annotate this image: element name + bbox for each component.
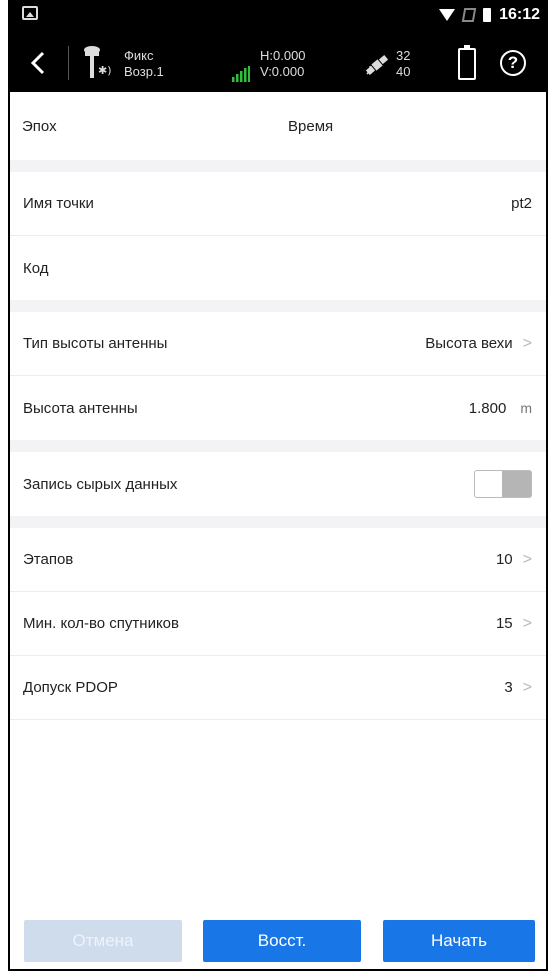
- min-sats-label: Мин. кол-во спутников: [23, 615, 179, 632]
- point-name-value[interactable]: pt2: [511, 195, 532, 212]
- code-row[interactable]: Код: [10, 236, 546, 300]
- raw-data-label: Запись сырых данных: [23, 475, 178, 493]
- satellite-icon[interactable]: [364, 52, 390, 78]
- help-icon[interactable]: ?: [500, 50, 526, 76]
- image-notification-icon: [22, 6, 38, 20]
- raw-data-toggle[interactable]: [474, 470, 532, 498]
- epochs-row[interactable]: Этапов 10 >: [10, 528, 546, 592]
- point-name-label: Имя точки: [23, 195, 94, 212]
- sats-used: 32: [396, 48, 411, 63]
- chevron-right-icon: >: [522, 334, 532, 352]
- no-sim-icon: [461, 8, 477, 22]
- pdop-label: Допуск PDOP: [23, 679, 118, 696]
- section-gap: [10, 300, 546, 312]
- antenna-height-type-label: Тип высоты антенны: [23, 335, 168, 352]
- antenna-height-label: Высота антенны: [23, 399, 138, 417]
- status-bar: 16:12: [10, 0, 546, 34]
- toolbar: ✱) Фикс Возр.1 H:0.000 V:0.000 32 40 ?: [10, 34, 546, 92]
- chevron-right-icon: >: [522, 550, 532, 568]
- sats-visible: 40: [396, 64, 411, 79]
- epochs-value: 10: [495, 551, 513, 568]
- back-button[interactable]: [24, 48, 52, 78]
- section-gap: [10, 160, 546, 172]
- status-battery-icon: [483, 8, 492, 22]
- chevron-right-icon: >: [522, 678, 532, 696]
- antenna-height-type-value: Высота вехи: [425, 335, 513, 352]
- precision-readout: H:0.000 V:0.000: [260, 48, 306, 80]
- epoch-header: Эпох Время: [10, 92, 546, 160]
- point-name-row[interactable]: Имя точки pt2: [10, 172, 546, 236]
- min-sats-value: 15: [495, 615, 513, 632]
- gnss-rover-icon[interactable]: ✱): [78, 42, 118, 84]
- antenna-height-type-row[interactable]: Тип высоты антенны Высота вехи >: [10, 312, 546, 376]
- time-label: Время: [288, 118, 334, 135]
- status-time: 16:12: [499, 6, 540, 23]
- min-sats-row[interactable]: Мин. кол-во спутников 15 >: [10, 592, 546, 656]
- cancel-button[interactable]: Отмена: [24, 920, 182, 962]
- epochs-label: Этапов: [23, 551, 74, 568]
- toggle-knob: [502, 471, 531, 497]
- pdop-row[interactable]: Допуск PDOP 3 >: [10, 656, 546, 720]
- satellite-counts: 32 40: [396, 48, 410, 80]
- antenna-height-unit: m: [520, 400, 532, 416]
- wifi-icon: [439, 9, 456, 21]
- survey-settings: Эпох Время Имя точки pt2 Код Тип высоты …: [10, 92, 546, 720]
- fix-status-label: Фикс: [124, 48, 154, 63]
- antenna-height-row[interactable]: Высота антенны 1.800 m: [10, 376, 546, 440]
- pdop-value: 3: [504, 679, 513, 696]
- action-bar: Отмена Восст. Начать: [10, 920, 546, 969]
- start-button[interactable]: Начать: [383, 920, 535, 962]
- chevron-right-icon: >: [522, 614, 532, 632]
- code-label: Код: [23, 259, 49, 277]
- app-screen: 16:12 ✱) Фикс Возр.1 H:0.000 V:0.000 32 …: [10, 0, 546, 969]
- reset-button[interactable]: Восст.: [203, 920, 361, 962]
- toolbar-divider: [68, 46, 69, 80]
- chevron-left-icon: [30, 51, 45, 75]
- epoch-label: Эпох: [22, 117, 57, 135]
- age-label: Возр.1: [124, 64, 164, 79]
- receiver-battery-icon[interactable]: [458, 45, 476, 80]
- antenna-height-value[interactable]: 1.800: [469, 400, 507, 417]
- svg-text:✱): ✱): [98, 64, 112, 77]
- section-gap: [10, 516, 546, 528]
- fix-status: Фикс Возр.1: [124, 48, 164, 80]
- signal-strength-icon: [232, 66, 250, 82]
- h-precision: H:0.000: [260, 48, 306, 63]
- section-gap: [10, 440, 546, 452]
- v-precision: V:0.000: [260, 64, 305, 79]
- raw-data-row: Запись сырых данных: [10, 452, 546, 516]
